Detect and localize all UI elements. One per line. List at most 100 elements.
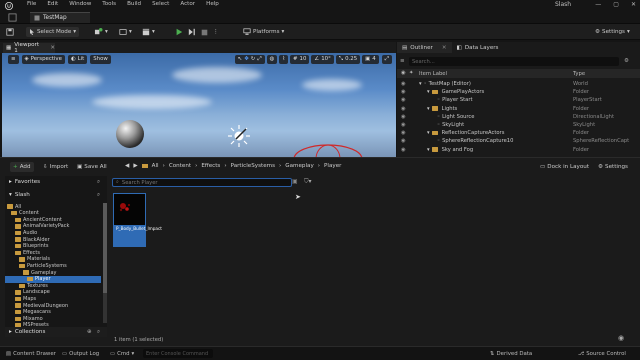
chevron-down-icon[interactable]: ▾	[427, 130, 430, 136]
select-mode-button[interactable]: Select Mode ▾	[26, 27, 80, 37]
level-viewport[interactable]: ≡ ◈ Perspective ◐ Lit Show ↖ ✥ ↻ ⤢ ◍ ⌇ #…	[2, 53, 396, 157]
source-control-button[interactable]: ⎇ Source Control	[578, 350, 626, 358]
outliner-row[interactable]: ◉ ▾ Lights Folder	[397, 105, 640, 113]
visibility-icon[interactable]: ◉	[401, 114, 406, 120]
favorites-header[interactable]: ▸ Favorites ⌕	[5, 177, 107, 187]
rotation-snap-button[interactable]: ∠ 10°	[311, 54, 334, 64]
visibility-icon[interactable]: ◉	[401, 106, 406, 112]
breadcrumb-all[interactable]: All	[152, 163, 159, 169]
tab-outliner[interactable]: ▤ Outliner ✕	[397, 42, 452, 53]
save-all-button[interactable]: ▣ Save All	[77, 162, 107, 172]
visibility-icon[interactable]: ◉	[401, 97, 406, 103]
reflection-sphere[interactable]	[115, 119, 145, 149]
viewport-tab[interactable]: ▦ Viewport 1 ✕	[3, 42, 55, 54]
settings-button[interactable]: ⚙ Settings ▾	[595, 27, 630, 37]
sky-sphere-gizmo[interactable]	[288, 137, 368, 157]
chevron-down-icon[interactable]: ▾	[427, 89, 430, 95]
output-log-button[interactable]: ▭ Output Log	[62, 350, 99, 358]
menu-tools[interactable]: Tools	[102, 1, 116, 7]
search-icon[interactable]: ⌕	[97, 192, 100, 199]
pin-column-icon[interactable]: ✦	[409, 70, 413, 76]
outliner-row[interactable]: ◉ ◦ Player Start PlayerStart	[397, 96, 640, 104]
column-type[interactable]: Type	[573, 71, 585, 77]
outliner-row[interactable]: ◉ ▾ Sky and Fog Folder	[397, 146, 640, 154]
derived-data-button[interactable]: ⇅ Derived Data	[490, 350, 532, 358]
add-button[interactable]: + Add	[10, 162, 34, 172]
cmd-button[interactable]: ▭ Cmd ▾	[110, 350, 134, 358]
play-options-button[interactable]	[188, 27, 196, 37]
camera-speed-button[interactable]: ▣ 4	[362, 54, 379, 64]
breadcrumb-particlesystems[interactable]: ParticleSystems	[231, 163, 275, 169]
breadcrumb-gameplay[interactable]: Gameplay	[285, 163, 314, 169]
play-mode-menu[interactable]: ⋮	[213, 27, 219, 37]
search-icon[interactable]: ⌕	[97, 329, 100, 336]
tree-scrollbar[interactable]	[103, 203, 107, 323]
grid-snap-button[interactable]: # 10	[290, 54, 310, 64]
asset-search-input[interactable]: ⌕ Search Player	[112, 178, 292, 187]
select-tool-icon[interactable]: ↖	[238, 56, 243, 62]
cb-settings-button[interactable]: ⚙ Settings	[598, 162, 628, 172]
lit-button[interactable]: ◐ Lit	[67, 54, 88, 64]
outliner-row[interactable]: ◉ ▾ ◦ TestMap (Editor) World	[397, 80, 640, 88]
outliner-row[interactable]: ◉ ◦ SkyLight SkyLight	[397, 121, 640, 129]
search-icon[interactable]: ⌕	[97, 179, 100, 186]
close-icon[interactable]: ✕	[631, 1, 636, 8]
add-actor-button[interactable]: ▾	[94, 27, 108, 37]
menu-help[interactable]: Help	[206, 1, 219, 7]
world-local-toggle[interactable]: ◍	[266, 54, 278, 64]
level-tab[interactable]: TestMap	[30, 12, 90, 23]
minimize-icon[interactable]: —	[595, 1, 601, 8]
rotate-tool-icon[interactable]: ↻	[251, 56, 256, 62]
chevron-down-icon[interactable]: ▾	[427, 106, 430, 112]
content-drawer-button[interactable]: ▤ Content Drawer	[6, 350, 56, 358]
directional-light-icon[interactable]	[226, 123, 252, 149]
column-item-label[interactable]: Item Label	[419, 71, 447, 77]
collections-header[interactable]: ▸ Collections ⊕ ⌕	[5, 327, 107, 337]
show-button[interactable]: Show	[90, 54, 111, 64]
menu-window[interactable]: Window	[69, 1, 91, 7]
breadcrumb-player[interactable]: Player	[324, 163, 341, 169]
cinematics-button[interactable]: ▾	[142, 27, 155, 37]
stop-button[interactable]	[201, 27, 208, 37]
perspective-button[interactable]: ◈ Perspective	[21, 54, 65, 64]
outliner-row[interactable]: ◉ ▾ GamePlayActors Folder	[397, 88, 640, 96]
platforms-button[interactable]: Platforms ▾	[243, 27, 284, 37]
outliner-row[interactable]: ◉ ◦ Light Source DirectionalLight	[397, 113, 640, 121]
forward-icon[interactable]: ▶	[133, 163, 137, 169]
import-button[interactable]: ⇩ Import	[43, 162, 68, 172]
menu-select[interactable]: Select	[152, 1, 169, 7]
back-icon[interactable]: ◀	[125, 163, 129, 169]
save-icon[interactable]	[6, 27, 14, 37]
filter-icon[interactable]: ≡	[400, 58, 405, 64]
visibility-icon[interactable]: ◉	[401, 122, 406, 128]
outliner-row[interactable]: ◉ ▾ ReflectionCaptureActors Folder	[397, 129, 640, 137]
scale-snap-button[interactable]: ⤡ 0.25	[335, 54, 361, 64]
close-icon[interactable]: ✕	[50, 45, 55, 51]
menu-actor[interactable]: Actor	[180, 1, 195, 7]
visibility-icon[interactable]: ◉	[401, 89, 406, 95]
outliner-row[interactable]: ◉ ◦ SphereReflectionCapture10 SphereReflect…	[397, 137, 640, 145]
visibility-column-icon[interactable]: ◉	[401, 70, 406, 76]
asset-tile[interactable]: P_Body_Bullet_Impact	[113, 193, 162, 247]
breadcrumb-effects[interactable]: Effects	[201, 163, 220, 169]
menu-file[interactable]: File	[27, 1, 36, 7]
save-search-icon[interactable]: ▣	[292, 178, 298, 185]
scale-tool-icon[interactable]: ⤢	[257, 56, 261, 63]
menu-build[interactable]: Build	[127, 1, 141, 7]
menu-edit[interactable]: Edit	[47, 1, 58, 7]
maximize-viewport-button[interactable]: ⤢	[381, 54, 392, 64]
blueprint-button[interactable]: ▾	[119, 27, 132, 37]
unreal-logo-icon[interactable]	[5, 2, 13, 10]
outliner-search-input[interactable]: Search...	[409, 57, 619, 66]
chevron-down-icon[interactable]: ▾	[427, 147, 430, 153]
surface-snap-toggle[interactable]: ⌇	[279, 54, 288, 64]
view-options-icon[interactable]: ◉	[618, 334, 624, 342]
console-input[interactable]: Enter Console Command	[143, 349, 213, 358]
outliner-settings-icon[interactable]: ⚙	[624, 58, 629, 64]
project-header[interactable]: ▾ Slash ⌕	[5, 190, 107, 200]
add-collection-icon[interactable]: ⊕	[87, 329, 92, 335]
visibility-icon[interactable]: ◉	[401, 147, 406, 153]
breadcrumb-content[interactable]: Content	[169, 163, 191, 169]
dock-in-layout-button[interactable]: ▭ Dock in Layout	[540, 162, 589, 172]
viewport-menu-button[interactable]: ≡	[8, 54, 19, 64]
